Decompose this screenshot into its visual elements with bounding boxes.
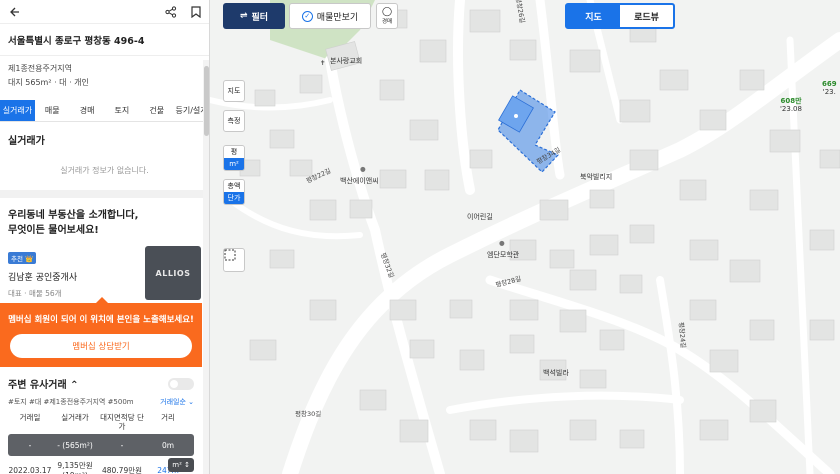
auction-icon: ◯	[381, 7, 393, 17]
price-unit[interactable]: 단가	[224, 192, 244, 204]
parcel-center	[514, 114, 518, 118]
sort-dropdown[interactable]: 거래일순 ⌄	[160, 397, 194, 407]
panel-scrollbar[interactable]	[203, 60, 209, 474]
agent-sub: 대표 · 매물 56개	[8, 289, 62, 298]
promo-line-1: 우리동네 부동산을 소개합니다,	[8, 210, 139, 221]
promo-line-2: 무엇이든 물어보세요!	[8, 225, 99, 236]
nearby-toggle[interactable]	[168, 377, 194, 390]
info-tabs: 실거래가 매물 경매 토지 건물 등기/설계	[0, 100, 209, 122]
agent-logo-text: ALLIOS	[155, 268, 191, 278]
area-unit-toggle[interactable]: 평 m²	[223, 145, 245, 171]
summary-unit: -	[120, 440, 124, 450]
agent-name: 김남훈 공인중개사	[8, 273, 78, 283]
tab-building[interactable]: 건물	[139, 100, 174, 121]
auction-label: 경매	[381, 19, 393, 25]
tab-listings[interactable]: 매물	[35, 100, 70, 121]
map-canvas	[210, 0, 840, 474]
unit-pyeong[interactable]: 평	[224, 146, 244, 158]
map-type-switch: 지도 로드뷰	[565, 3, 675, 29]
listings-only-label: 매물만보기	[316, 12, 359, 23]
church-icon: ✝	[320, 59, 326, 67]
unit-m2[interactable]: m²	[224, 158, 244, 170]
school-icon: ●	[499, 239, 505, 247]
property-panel: 서울특별시 종로구 평창동 496-4 제1종전용주거지역 대지 565m² ·…	[0, 0, 210, 474]
place-label[interactable]: 백석빌라	[543, 368, 569, 378]
parcel-address: 서울특별시 종로구 평창동 496-4	[0, 24, 209, 56]
agent-promo-heading: 우리동네 부동산을 소개합니다, 무엇이든 물어보세요!	[0, 198, 209, 242]
summary-price: - (565m²)	[57, 440, 93, 450]
filter-label: 필터	[251, 12, 269, 23]
col-date: 거래일	[19, 413, 41, 422]
unit-toggle[interactable]: m² ↕	[168, 458, 194, 472]
land-info: 대지 565m² · 대 · 개인	[8, 78, 89, 87]
auction-button[interactable]: ◯ 경매	[376, 3, 398, 29]
nearby-title[interactable]: 주변 유사거래 ⌃	[8, 376, 79, 391]
place-label[interactable]: 백산에이앤씨	[340, 176, 379, 186]
price-tag-date: '23.08	[780, 105, 802, 113]
banner-pointer	[96, 297, 108, 303]
place-label[interactable]: 엠단모학관	[487, 250, 519, 260]
back-arrow-icon[interactable]	[8, 6, 20, 18]
map-type-roadview[interactable]: 로드뷰	[620, 5, 673, 27]
map-type-map[interactable]: 지도	[567, 5, 620, 27]
row-price: 9,135만원 (19m²)	[57, 461, 93, 474]
measure-button[interactable]: 측정	[223, 110, 245, 132]
filter-icon: ⇌	[239, 11, 248, 21]
price-tag[interactable]: 669 '23.	[822, 80, 837, 96]
nearby-deals: 주변 유사거래 ⌃ #토지 #대 #제1종전용주거지역 #500m 거래일순 ⌄…	[0, 367, 202, 474]
membership-message: 멤버십 회원이 되어 이 위치에 본인을 노출해보세요!	[8, 315, 194, 325]
bookmark-icon[interactable]	[191, 5, 201, 18]
check-icon: ✓	[301, 10, 313, 22]
cadastral-label: 지도	[227, 87, 241, 95]
price-tag-price: 669	[822, 80, 837, 88]
area-select-button[interactable]	[223, 248, 245, 272]
section-title: 실거래가	[8, 136, 45, 147]
tab-land[interactable]: 토지	[104, 100, 139, 121]
agent-logo: ALLIOS	[145, 246, 201, 300]
place-label[interactable]: 북악빌리지	[580, 172, 612, 182]
area-select-icon	[224, 249, 236, 261]
tab-auction[interactable]: 경매	[70, 100, 105, 121]
table-header: 거래일 실거래가 대지면적당 단가 거리	[0, 407, 202, 431]
company-icon: ●	[360, 165, 366, 173]
current-parcel-row: - - (565m²) - 0m	[8, 434, 194, 456]
cadastral-button[interactable]: 지도	[223, 80, 245, 102]
scrollbar-thumb[interactable]	[204, 66, 209, 136]
price-tag-price: 608만	[780, 97, 802, 105]
share-icon[interactable]	[165, 5, 177, 18]
tab-real-price[interactable]: 실거래가	[0, 100, 35, 121]
measure-label: 측정	[227, 117, 241, 125]
zone-info: 제1종전용주거지역 대지 565m² · 대 · 개인	[0, 56, 209, 94]
empty-message: 실거래가 정보가 없습니다.	[60, 166, 149, 175]
col-price: 실거래가	[61, 413, 89, 422]
row-date: 2022.03.17	[8, 465, 52, 474]
place-label[interactable]: 이어린길	[467, 212, 493, 222]
filter-button[interactable]: ⇌ 필터	[223, 3, 285, 29]
zone-type: 제1종전용주거지역	[8, 64, 72, 73]
membership-banner: 멤버십 회원이 되어 이 위치에 본인을 노출해보세요! 멤버십 상담받기	[0, 297, 202, 367]
map-view[interactable]: 본사랑교회 백산에이앤씨 이어린길 엠단모학관 북악빌리지 백석빌라 ✝ ● ●…	[210, 0, 840, 474]
price-mode-toggle[interactable]: 총액 단가	[223, 179, 245, 205]
road-label: 평창30길	[295, 410, 322, 418]
price-total[interactable]: 총액	[224, 180, 244, 192]
app: 서울특별시 종로구 평창동 496-4 제1종전용주거지역 대지 565m² ·…	[0, 0, 840, 474]
divider	[0, 190, 209, 198]
summary-date: -	[28, 440, 32, 450]
col-unit-price: 대지면적당 단가	[100, 413, 144, 431]
place-label[interactable]: 본사랑교회	[330, 56, 362, 66]
row-unit-price: 480.79만원	[101, 465, 143, 474]
summary-distance: 0m	[161, 440, 175, 450]
agent-card[interactable]: 추천 👑 김남훈 공인중개사 대표 · 매물 56개 ALLIOS	[8, 246, 201, 302]
membership-button[interactable]: 멤버십 상담받기	[10, 334, 192, 358]
listings-only-button[interactable]: ✓ 매물만보기	[289, 3, 371, 29]
panel-topbar	[0, 0, 209, 24]
nearby-tags: #토지 #대 #제1종전용주거지역 #500m	[8, 398, 134, 406]
price-tag-date: '23.	[822, 88, 836, 96]
price-tag[interactable]: 608만 '23.08	[780, 97, 802, 113]
recommend-badge: 추천 👑	[8, 252, 37, 264]
col-distance: 거리	[161, 413, 175, 422]
